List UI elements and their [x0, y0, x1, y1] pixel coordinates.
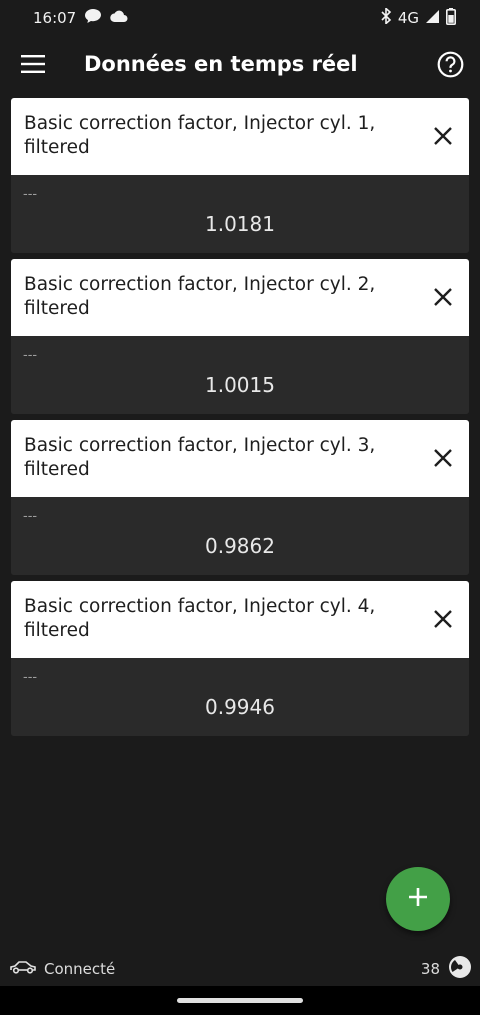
- live-data-card[interactable]: Basic correction factor, Injector cyl. 1…: [11, 98, 469, 253]
- help-icon: [437, 51, 464, 82]
- card-header: Basic correction factor, Injector cyl. 2…: [11, 259, 469, 336]
- live-data-list: Basic correction factor, Injector cyl. 1…: [11, 98, 469, 742]
- gauge-icon: [448, 955, 472, 983]
- live-data-card[interactable]: Basic correction factor, Injector cyl. 4…: [11, 581, 469, 736]
- card-body: --- 0.9862: [11, 497, 469, 575]
- card-title: Basic correction factor, Injector cyl. 4…: [24, 596, 376, 641]
- close-icon: [434, 449, 452, 467]
- bluetooth-icon: [380, 6, 392, 28]
- card-header: Basic correction factor, Injector cyl. 4…: [11, 581, 469, 658]
- home-gesture-handle[interactable]: [177, 998, 303, 1003]
- add-button[interactable]: [386, 867, 450, 931]
- card-title: Basic correction factor, Injector cyl. 1…: [24, 113, 376, 158]
- close-button[interactable]: [431, 446, 455, 470]
- help-button[interactable]: [434, 50, 466, 82]
- card-value: 0.9946: [205, 695, 275, 719]
- card-subtitle: ---: [23, 670, 38, 685]
- connection-bar: Connecté 38: [0, 952, 480, 986]
- status-bar: 16:07 4G: [0, 0, 480, 36]
- signal-icon: [425, 9, 440, 28]
- app-bar: Données en temps réel: [0, 36, 480, 96]
- card-value: 1.0181: [205, 212, 275, 236]
- hamburger-icon: [21, 55, 45, 77]
- close-icon: [434, 288, 452, 306]
- close-icon: [434, 127, 452, 145]
- connection-status: Connecté: [44, 960, 116, 978]
- plus-icon: [407, 886, 429, 912]
- card-value: 1.0015: [205, 373, 275, 397]
- close-button[interactable]: [431, 285, 455, 309]
- card-body: --- 1.0181: [11, 175, 469, 253]
- close-button[interactable]: [431, 124, 455, 148]
- card-body: --- 0.9946: [11, 658, 469, 736]
- close-button[interactable]: [431, 607, 455, 631]
- page-title: Données en temps réel: [84, 52, 358, 76]
- cloud-icon: [110, 9, 128, 27]
- card-subtitle: ---: [23, 509, 38, 524]
- card-title: Basic correction factor, Injector cyl. 3…: [24, 435, 376, 480]
- card-body: --- 1.0015: [11, 336, 469, 414]
- car-icon: [10, 960, 36, 978]
- card-subtitle: ---: [23, 187, 38, 202]
- menu-button[interactable]: [16, 50, 50, 82]
- card-header: Basic correction factor, Injector cyl. 1…: [11, 98, 469, 175]
- network-type: 4G: [397, 9, 419, 27]
- navigation-bar: [0, 986, 480, 1015]
- card-value: 0.9862: [205, 534, 275, 558]
- battery-icon: [446, 7, 456, 29]
- card-title: Basic correction factor, Injector cyl. 2…: [24, 274, 376, 319]
- live-data-card[interactable]: Basic correction factor, Injector cyl. 3…: [11, 420, 469, 575]
- chat-bubble-icon: [84, 8, 102, 28]
- live-data-card[interactable]: Basic correction factor, Injector cyl. 2…: [11, 259, 469, 414]
- status-time: 16:07: [33, 9, 77, 27]
- card-subtitle: ---: [23, 348, 38, 363]
- count-value: 38: [420, 960, 440, 978]
- close-icon: [434, 610, 452, 628]
- card-header: Basic correction factor, Injector cyl. 3…: [11, 420, 469, 497]
